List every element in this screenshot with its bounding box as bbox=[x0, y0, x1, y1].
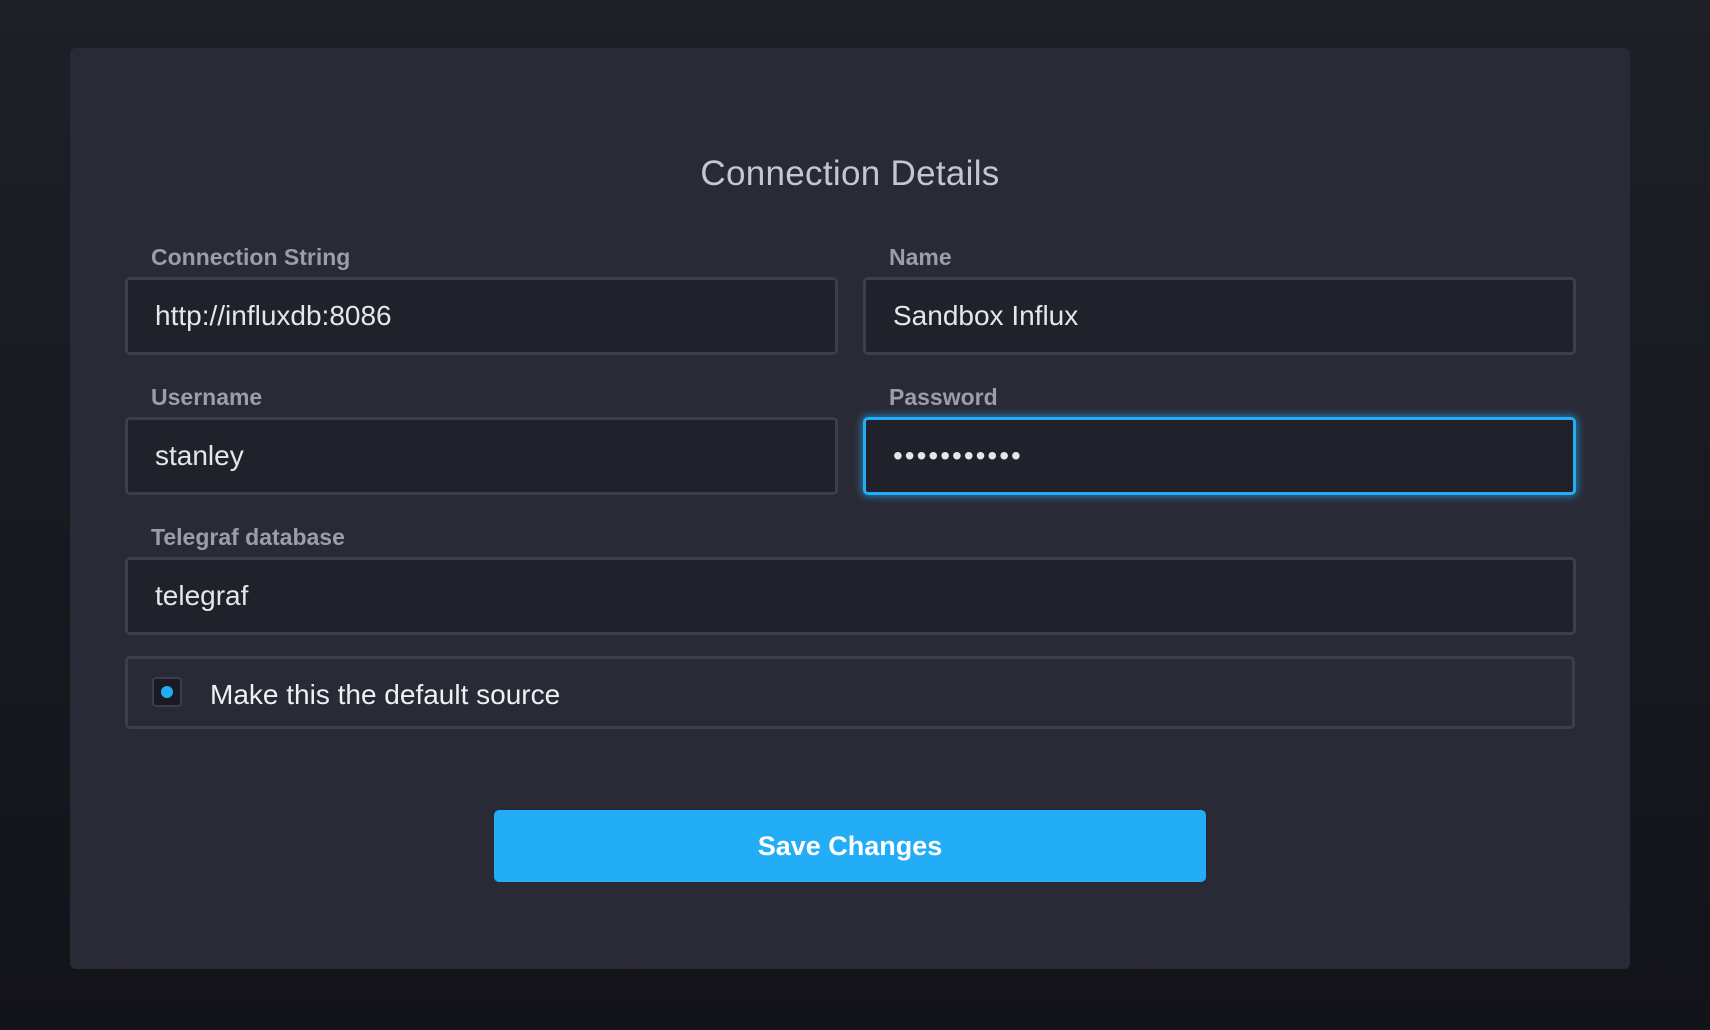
telegraf-database-label: Telegraf database bbox=[151, 524, 345, 550]
connection-string-label: Connection String bbox=[151, 244, 351, 270]
default-source-checkbox[interactable] bbox=[152, 677, 182, 707]
username-label: Username bbox=[151, 384, 263, 410]
telegraf-database-input[interactable] bbox=[125, 557, 1576, 635]
default-source-row[interactable]: Make this the default source bbox=[125, 656, 1575, 729]
connection-string-input[interactable] bbox=[125, 277, 838, 355]
default-source-label: Make this the default source bbox=[210, 679, 561, 710]
checkbox-checked-dot bbox=[161, 686, 173, 698]
password-label: Password bbox=[889, 384, 998, 410]
save-changes-button[interactable]: Save Changes bbox=[494, 810, 1206, 882]
name-label: Name bbox=[889, 244, 952, 270]
username-input[interactable] bbox=[125, 417, 838, 495]
password-input[interactable] bbox=[863, 417, 1576, 495]
page-title: Connection Details bbox=[700, 154, 1000, 193]
name-input[interactable] bbox=[863, 277, 1576, 355]
